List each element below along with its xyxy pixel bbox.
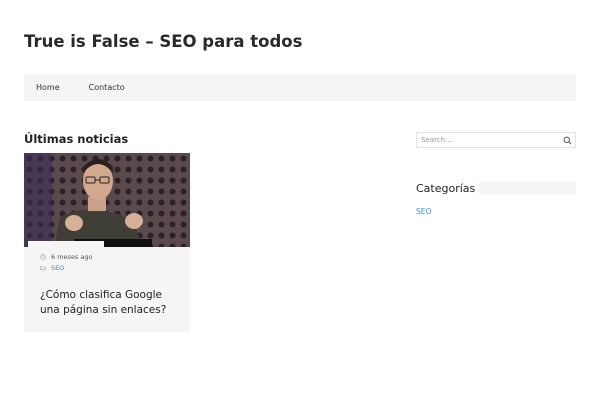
post-category: SEO <box>40 264 64 272</box>
main-navigation: Home Contacto <box>24 74 576 101</box>
category-link-seo[interactable]: SEO <box>416 207 431 216</box>
search-input[interactable] <box>421 134 561 146</box>
thumbnail-tab <box>28 241 104 249</box>
post-title-link[interactable]: ¿Cómo clasifica Google una página sin en… <box>40 288 180 317</box>
post-thumbnail[interactable] <box>24 153 190 247</box>
person-photo-icon <box>24 153 190 247</box>
search-icon[interactable] <box>563 136 572 145</box>
categories-title: Categorías <box>416 181 480 195</box>
section-heading: Últimas noticias <box>24 132 129 146</box>
site-title[interactable]: True is False – SEO para todos <box>24 32 302 51</box>
search-form <box>416 132 576 148</box>
nav-item-home[interactable]: Home <box>36 83 60 92</box>
post-category-link[interactable]: SEO <box>51 264 64 272</box>
title-divider <box>479 182 576 194</box>
post-date-text: 6 meses ago <box>51 253 93 261</box>
folder-icon <box>40 266 46 271</box>
categories-widget-title: Categorías <box>416 181 576 195</box>
post-date: 6 meses ago <box>40 253 92 261</box>
post-card[interactable]: 6 meses ago SEO ¿Cómo clasifica Google u… <box>24 153 190 332</box>
nav-item-contacto[interactable]: Contacto <box>89 83 125 92</box>
clock-icon <box>40 254 46 260</box>
